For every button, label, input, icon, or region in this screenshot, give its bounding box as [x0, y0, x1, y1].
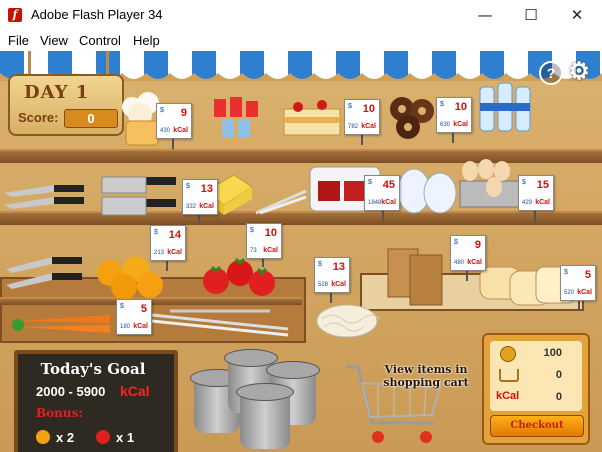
- tongs-lower-item[interactable]: [150, 307, 290, 341]
- score-label: Score:: [18, 110, 59, 125]
- menu-view[interactable]: View: [40, 33, 68, 48]
- sign-rope-left: [28, 51, 31, 75]
- noodles-item[interactable]: [314, 301, 380, 341]
- day-score-sign: DAY 1 Score: 0: [8, 74, 124, 136]
- trash-can-lid: [236, 383, 294, 401]
- price: 5: [584, 269, 591, 281]
- kcal-value: 630: [440, 122, 451, 128]
- price-tag-donuts: $10 630 kCal: [436, 97, 472, 133]
- tongs-item[interactable]: [254, 187, 308, 215]
- cleavers-item[interactable]: [98, 173, 180, 225]
- menu-control[interactable]: Control: [79, 33, 121, 48]
- close-button[interactable]: ✕: [554, 0, 600, 30]
- goal-title: Today's Goal: [40, 360, 146, 378]
- kcal-total: 0: [555, 391, 562, 403]
- trash-can-lid: [266, 361, 320, 379]
- kcal-value: 1848: [368, 200, 382, 206]
- kcal-value: 782: [348, 124, 359, 130]
- basket-icon: [499, 369, 519, 382]
- kcal-value: 180: [120, 324, 131, 330]
- kcal-value: 73: [250, 248, 257, 254]
- price: 10: [264, 227, 277, 239]
- day-label: DAY 1: [24, 82, 90, 103]
- price-tag-noodles: $13 528 kCal: [314, 257, 350, 293]
- tag-post: [534, 211, 536, 223]
- oranges-item[interactable]: [94, 257, 166, 301]
- status-panel: 100 0 kCal 0 Checkout: [482, 333, 590, 445]
- view-cart-label[interactable]: View items in shopping cart: [380, 363, 472, 389]
- kcal-row: kCal 0: [490, 387, 582, 407]
- yogurt-cups-item[interactable]: [210, 93, 262, 141]
- minimize-button[interactable]: —: [462, 0, 508, 30]
- maximize-button[interactable]: ☐: [508, 0, 554, 30]
- kcal-label: kCal: [496, 390, 520, 402]
- price-tag-paper-bags: $9 480 kCal: [450, 235, 486, 271]
- price-tag-bread: $5 520 kCal: [560, 265, 596, 301]
- help-icon[interactable]: ?: [539, 61, 563, 85]
- kcal-value: 332: [186, 204, 197, 210]
- water-bottles-item[interactable]: [476, 77, 536, 137]
- flash-player-icon: f: [8, 8, 22, 22]
- status-panel-inner: 100 0 kCal 0: [490, 341, 582, 411]
- bonus-label: Bonus:: [36, 406, 83, 420]
- donuts-item[interactable]: [386, 93, 440, 141]
- items-row: 0: [490, 365, 582, 385]
- price: 13: [332, 261, 345, 273]
- price: 5: [140, 303, 147, 315]
- price-tag-eggs: $15 429 kCal: [518, 175, 554, 211]
- knives-lower-item[interactable]: [6, 251, 88, 299]
- score-value: 0: [64, 109, 118, 128]
- bonus-orange-qty: x 2: [56, 430, 75, 445]
- menu-bar: File View Control Help: [0, 30, 602, 50]
- price: 45: [382, 179, 395, 191]
- checkout-button[interactable]: Checkout: [490, 415, 584, 437]
- price-tag-steak: $45 1848 kCal: [364, 175, 400, 211]
- price: 9: [180, 107, 187, 119]
- goal-chalkboard: Today's Goal 2000 - 5900 kCal Bonus: x 2…: [14, 350, 178, 452]
- money-row: 100: [490, 343, 582, 363]
- kcal-value: 430: [160, 128, 171, 134]
- kcal-value: 520: [564, 290, 575, 296]
- sign-rope-right: [106, 51, 109, 75]
- price-tag-carrots: $5 180 kCal: [116, 299, 152, 335]
- kcal-value: 528: [318, 282, 329, 288]
- checkout-label: Checkout: [510, 420, 564, 431]
- goal-kcal-unit: kCal: [120, 383, 150, 399]
- carrots-item[interactable]: [10, 313, 120, 337]
- price: 10: [362, 103, 375, 115]
- paper-bags-item[interactable]: [384, 235, 450, 309]
- price: 15: [536, 179, 549, 191]
- price: 14: [168, 229, 181, 241]
- price-tag-oranges: $14 213 kCal: [150, 225, 186, 261]
- tomato-icon: [96, 430, 110, 444]
- kcal-value: 213: [154, 250, 165, 256]
- items-count: 0: [555, 369, 562, 381]
- window-title: Adobe Flash Player 34: [31, 7, 163, 22]
- bonus-tomato-qty: x 1: [116, 430, 135, 445]
- goal-kcal-range: 2000 - 5900: [36, 384, 106, 399]
- tomatoes-item[interactable]: [200, 257, 280, 301]
- cake-item[interactable]: [282, 97, 344, 141]
- game-stage: DAY 1 Score: 0 ? ⚙ $ 9 430 kCal $ 10 782…: [0, 51, 602, 452]
- price: 13: [200, 183, 213, 195]
- price-tag-tomatoes: $10 73 kCal: [246, 223, 282, 259]
- eggs-item[interactable]: [458, 155, 522, 211]
- price-tag-cake: $10 782 kCal: [344, 99, 380, 135]
- settings-gear-icon[interactable]: ⚙: [566, 59, 592, 85]
- coin-icon: [500, 346, 516, 362]
- knives-item[interactable]: [4, 181, 92, 217]
- price: 10: [454, 101, 467, 113]
- kcal-value: 480: [454, 260, 465, 266]
- orange-icon: [36, 430, 50, 444]
- price-tag-ice-cream: $9 430 kCal: [156, 103, 192, 139]
- fish-bags-item[interactable]: [396, 161, 460, 217]
- window-titlebar: f Adobe Flash Player 34 — ☐ ✕: [0, 0, 602, 30]
- kcal-value: 429: [522, 200, 533, 206]
- menu-help[interactable]: Help: [133, 33, 160, 48]
- menu-file[interactable]: File: [8, 33, 29, 48]
- money-value: 100: [543, 347, 562, 359]
- price-tag-cheese: $13 332 kCal: [182, 179, 218, 215]
- price: 9: [474, 239, 481, 251]
